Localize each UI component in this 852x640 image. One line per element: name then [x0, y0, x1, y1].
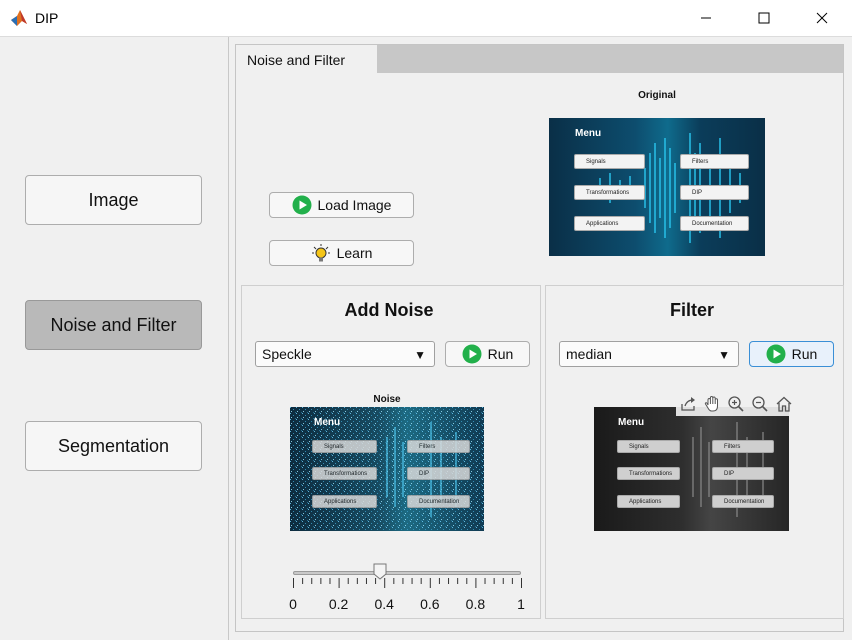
- nav-segmentation-label: Segmentation: [57, 435, 170, 456]
- original-menu-item: Filters: [680, 154, 749, 169]
- slider-tick-label: 0: [289, 596, 297, 612]
- filter-menu-item: Signals: [617, 440, 680, 453]
- export-icon[interactable]: [678, 394, 698, 414]
- tab-noise-filter-label: Noise and Filter: [247, 51, 346, 68]
- nav-noise-filter-label: Noise and Filter: [50, 314, 177, 335]
- noise-slider-ticks: [293, 578, 522, 588]
- original-image: Menu Signals Filters Transformations DIP…: [549, 118, 765, 256]
- original-menu-label: Menu: [575, 128, 602, 139]
- tab-noise-filter[interactable]: Noise and Filter: [236, 45, 377, 74]
- close-button[interactable]: [799, 0, 845, 36]
- add-noise-title: Add Noise: [344, 300, 434, 320]
- noise-slider-track[interactable]: [293, 571, 521, 575]
- play-icon: [292, 195, 312, 215]
- filter-menu-item: Filters: [712, 440, 774, 453]
- load-image-label: Load Image: [317, 197, 392, 213]
- zoom-out-icon[interactable]: [750, 394, 770, 414]
- filter-run-button[interactable]: Run: [749, 341, 834, 367]
- filter-menu-item: Applications: [617, 495, 680, 508]
- minimize-button[interactable]: [683, 0, 729, 36]
- noise-menu-item: DIP: [407, 467, 470, 480]
- original-menu-item: Transformations: [574, 185, 645, 200]
- noise-menu-item: Applications: [312, 495, 377, 508]
- original-menu-item: Signals: [574, 154, 645, 169]
- noise-type-dropdown[interactable]: Speckle ▼: [255, 341, 435, 367]
- maximize-button[interactable]: [741, 0, 787, 36]
- maximize-icon: [758, 12, 770, 24]
- filter-menu-item: Documentation: [712, 495, 774, 508]
- noise-slider-thumb[interactable]: [373, 563, 387, 580]
- pan-hand-icon[interactable]: [702, 394, 722, 414]
- learn-button[interactable]: Learn: [269, 240, 414, 266]
- close-icon: [816, 12, 828, 24]
- noise-menu-item: Signals: [312, 440, 377, 453]
- dropdown-arrow-icon: ▼: [414, 348, 426, 362]
- noise-menu-label: Menu: [314, 417, 341, 428]
- filter-type-dropdown[interactable]: median ▼: [559, 341, 739, 367]
- minimize-icon: [701, 17, 711, 19]
- noise-image: Menu Signals Filters Transformations DIP…: [290, 407, 484, 531]
- matlab-logo-icon: [10, 9, 28, 27]
- filter-run-label: Run: [791, 346, 818, 362]
- noise-menu-item: Documentation: [407, 495, 470, 508]
- home-icon[interactable]: [774, 394, 794, 414]
- window-title: DIP: [35, 10, 59, 26]
- zoom-in-icon[interactable]: [726, 394, 746, 414]
- original-menu-item: Documentation: [680, 216, 749, 231]
- filter-menu-label: Menu: [618, 417, 645, 428]
- nav-image-label: Image: [88, 189, 139, 210]
- nav-image-button[interactable]: Image: [25, 175, 202, 225]
- dropdown-arrow-icon: ▼: [718, 348, 730, 362]
- original-menu-item: Applications: [574, 216, 645, 231]
- filter-menu-item: DIP: [712, 467, 774, 480]
- load-image-button[interactable]: Load Image: [269, 192, 414, 218]
- axes-toolbar: [676, 392, 803, 416]
- filter-title: Filter: [669, 300, 714, 320]
- play-icon: [766, 344, 786, 364]
- nav-noise-filter-button[interactable]: Noise and Filter: [25, 300, 202, 350]
- original-menu-item: DIP: [680, 185, 749, 200]
- noise-type-value: Speckle: [262, 346, 312, 362]
- nav-segmentation-button[interactable]: Segmentation: [25, 421, 202, 471]
- play-icon: [462, 344, 482, 364]
- slider-tick-label: 0.2: [328, 596, 349, 612]
- filter-image: Menu Signals Filters Transformations DIP…: [594, 407, 789, 531]
- filter-type-value: median: [566, 346, 612, 362]
- noise-run-button[interactable]: Run: [445, 341, 530, 367]
- filter-menu-item: Transformations: [617, 467, 680, 480]
- learn-label: Learn: [336, 245, 373, 261]
- slider-tick-label: 1: [517, 596, 525, 612]
- noise-menu-item: Transformations: [312, 467, 377, 480]
- noise-axes-title: Noise: [373, 394, 401, 405]
- slider-tick-label: 0.6: [420, 596, 440, 612]
- noise-run-label: Run: [487, 346, 514, 362]
- noise-menu-item: Filters: [407, 440, 470, 453]
- slider-tick-label: 0.8: [465, 596, 486, 612]
- slider-tick-label: 0.4: [374, 596, 394, 612]
- original-axes-title: Original: [638, 90, 676, 101]
- lightbulb-icon: [311, 244, 330, 262]
